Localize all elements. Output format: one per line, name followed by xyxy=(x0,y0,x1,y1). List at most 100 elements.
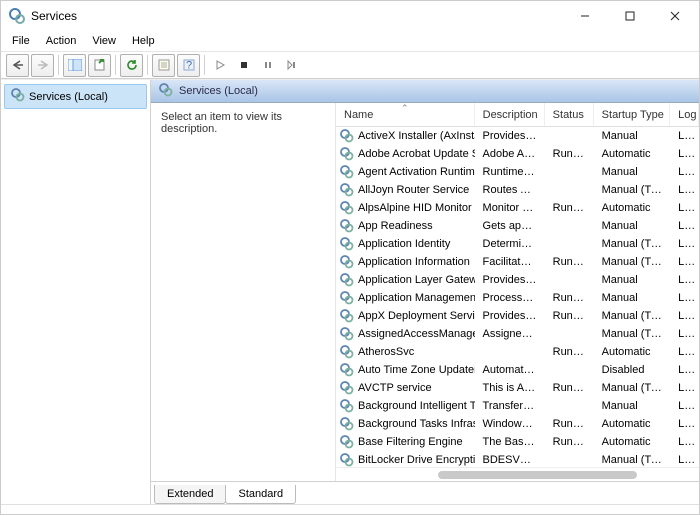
service-startup: Disabled xyxy=(594,364,671,376)
table-row[interactable]: Application Layer Gateway ...Provides su… xyxy=(336,271,699,289)
column-startup[interactable]: Startup Type xyxy=(594,103,670,126)
service-logon: Loc xyxy=(670,166,699,178)
table-row[interactable]: Application ManagementProcesses in...Run… xyxy=(336,289,699,307)
start-service-button[interactable] xyxy=(209,54,231,76)
service-description: Monitor HI... xyxy=(475,202,545,214)
refresh-button[interactable] xyxy=(120,54,143,77)
table-row[interactable]: AtherosSvcRunningAutomaticLoc xyxy=(336,343,699,361)
help-button[interactable]: ? xyxy=(177,54,200,77)
service-startup: Automatic xyxy=(594,418,671,430)
gear-icon xyxy=(340,363,354,377)
service-name: Background Intelligent Tran... xyxy=(358,400,475,412)
stop-service-button[interactable] xyxy=(233,54,255,76)
service-description: Adobe Acro... xyxy=(475,148,545,160)
gear-icon xyxy=(340,291,354,305)
table-row[interactable]: ActiveX Installer (AxInstSV)Provides Us.… xyxy=(336,127,699,145)
column-logon[interactable]: Log On As xyxy=(670,103,699,126)
forward-button[interactable] xyxy=(31,54,54,77)
view-tabs: Extended Standard xyxy=(151,482,699,504)
service-status: Running xyxy=(545,256,594,268)
menu-file[interactable]: File xyxy=(5,33,37,49)
description-pane: Select an item to view its description. xyxy=(151,103,336,481)
table-row[interactable]: Auto Time Zone UpdaterAutomatical...Disa… xyxy=(336,361,699,379)
table-row[interactable]: AlpsAlpine HID Monitor Ser...Monitor HI.… xyxy=(336,199,699,217)
content-header: Services (Local) xyxy=(151,80,699,103)
service-logon: Loc xyxy=(670,400,699,412)
table-row[interactable]: AllJoyn Router Service Routes AllJoy... Ma… xyxy=(336,181,699,199)
service-name: AllJoyn Router Service xyxy=(358,184,469,196)
app-icon xyxy=(9,8,25,24)
toolbar: ? xyxy=(1,51,699,79)
svg-text:?: ? xyxy=(185,60,191,72)
table-row[interactable]: Application IdentityDetermines ...Manual… xyxy=(336,235,699,253)
service-name: ActiveX Installer (AxInstSV) xyxy=(358,130,475,142)
table-row[interactable]: Adobe Acrobat Update Serv...Adobe Acro..… xyxy=(336,145,699,163)
service-description: The Base Filt... xyxy=(475,436,545,448)
service-name: Adobe Acrobat Update Serv... xyxy=(358,148,475,160)
gear-icon xyxy=(340,165,354,179)
service-description: Provides su... xyxy=(475,274,545,286)
table-row[interactable]: Background Intelligent Tran...Transfers … xyxy=(336,397,699,415)
service-description: BDESVC hos... xyxy=(475,454,545,466)
service-rows[interactable]: ActiveX Installer (AxInstSV)Provides Us.… xyxy=(336,127,699,467)
table-row[interactable]: Background Tasks Infrastruc...Windows in… xyxy=(336,415,699,433)
service-description: Provides Us... xyxy=(475,130,545,142)
gear-icon xyxy=(340,273,354,287)
description-text: Select an item to view its description. xyxy=(161,111,282,135)
service-name: Base Filtering Engine xyxy=(358,436,463,448)
back-button[interactable] xyxy=(6,54,29,77)
gear-icon xyxy=(11,88,25,105)
title-bar: Services xyxy=(1,1,699,31)
restart-service-button[interactable] xyxy=(281,54,303,76)
service-startup: Manual (Trig... xyxy=(594,310,671,322)
table-row[interactable]: Application InformationFacilitates t...R… xyxy=(336,253,699,271)
service-logon: Loc xyxy=(670,310,699,322)
maximize-button[interactable] xyxy=(607,2,652,30)
export-button[interactable] xyxy=(88,54,111,77)
gear-icon xyxy=(340,381,354,395)
service-list: Name Description Status Startup Type Log… xyxy=(336,103,699,481)
menu-bar: File Action View Help xyxy=(1,31,699,51)
column-status[interactable]: Status xyxy=(545,103,594,126)
pause-service-button[interactable] xyxy=(257,54,279,76)
service-logon: Loc xyxy=(670,220,699,232)
minimize-button[interactable] xyxy=(562,2,607,30)
column-description[interactable]: Description xyxy=(475,103,545,126)
service-status: Running xyxy=(545,202,594,214)
toolbar-separator xyxy=(58,55,59,75)
table-row[interactable]: App ReadinessGets apps re...ManualLoc xyxy=(336,217,699,235)
horizontal-scrollbar[interactable] xyxy=(336,467,699,481)
service-logon: Loc xyxy=(670,184,699,196)
table-row[interactable]: BitLocker Drive Encryption ...BDESVC hos… xyxy=(336,451,699,467)
service-status: Running xyxy=(545,436,594,448)
service-status: Running xyxy=(545,418,594,430)
table-row[interactable]: Base Filtering Engine The Base Filt...Run… xyxy=(336,433,699,451)
service-description: Routes AllJoy... xyxy=(475,184,545,196)
table-row[interactable]: AssignedAccessManager Se...AssignedAc...… xyxy=(336,325,699,343)
service-description: Gets apps re... xyxy=(475,220,545,232)
gear-icon xyxy=(340,237,354,251)
properties-button[interactable] xyxy=(152,54,175,77)
service-name: Application Layer Gateway ... xyxy=(358,274,475,286)
service-name: AtherosSvc xyxy=(358,346,414,358)
gear-icon xyxy=(340,219,354,233)
menu-help[interactable]: Help xyxy=(125,33,162,49)
close-button[interactable] xyxy=(652,2,697,30)
gear-icon xyxy=(340,453,354,467)
tab-extended[interactable]: Extended xyxy=(154,485,226,504)
service-status: Running xyxy=(545,148,594,160)
show-hide-tree-button[interactable] xyxy=(63,54,86,77)
gear-icon xyxy=(159,83,173,100)
table-row[interactable]: AppX Deployment Service (...Provides inf… xyxy=(336,307,699,325)
service-logon: Loc xyxy=(670,238,699,250)
tab-standard[interactable]: Standard xyxy=(225,485,296,504)
table-row[interactable]: Agent Activation Runtime_...Runtime for.… xyxy=(336,163,699,181)
gear-icon xyxy=(340,183,354,197)
menu-view[interactable]: View xyxy=(85,33,123,49)
table-row[interactable]: AVCTP serviceThis is Audi...RunningManua… xyxy=(336,379,699,397)
service-startup: Manual (Trig... xyxy=(594,184,671,196)
service-description: This is Audi... xyxy=(475,382,545,394)
column-name[interactable]: Name xyxy=(336,103,475,126)
menu-action[interactable]: Action xyxy=(39,33,84,49)
tree-node-services-local[interactable]: Services (Local) xyxy=(4,84,147,109)
